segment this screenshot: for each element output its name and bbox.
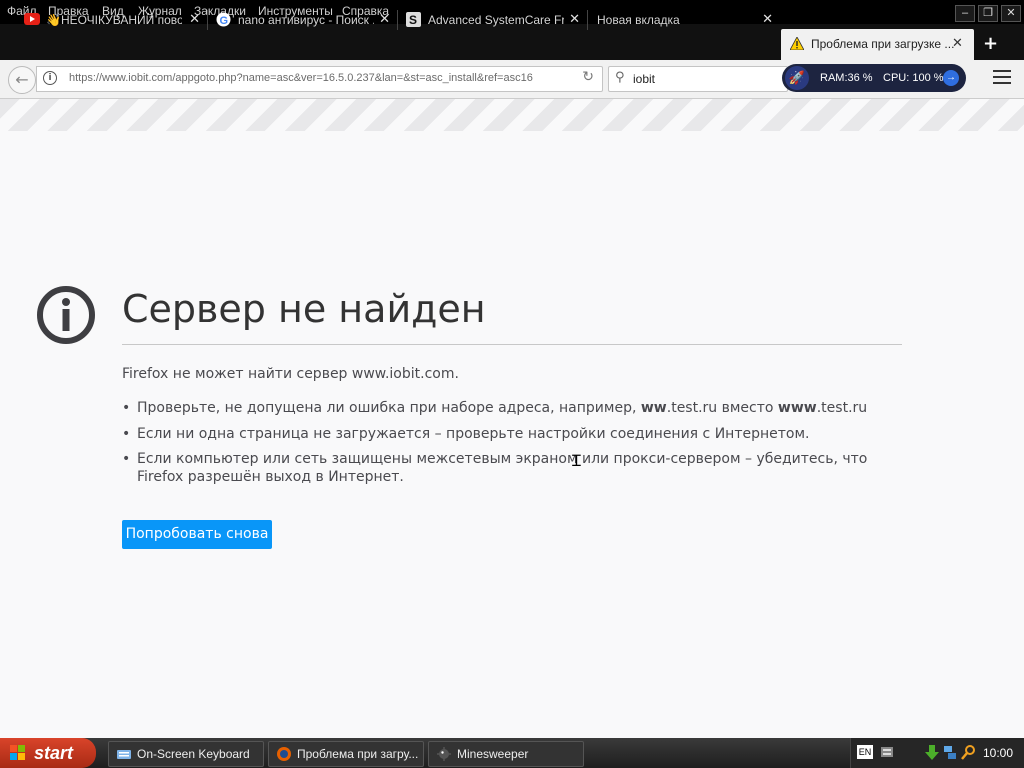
system-tray: EN 10:00 xyxy=(850,738,1024,768)
text-cursor-icon: Ɪ xyxy=(572,451,581,470)
network-icon[interactable] xyxy=(943,745,957,761)
rocket-icon[interactable]: 🚀 xyxy=(785,66,809,90)
start-button[interactable]: start xyxy=(0,738,96,768)
suggestion-bold: ww xyxy=(640,400,667,416)
start-label: start xyxy=(34,743,74,763)
tab-separator xyxy=(397,10,398,30)
google-icon: G xyxy=(216,12,231,27)
tab-youtube[interactable]: 👋НЕОЧІКУВАНИЙ повор... ✕ xyxy=(24,8,208,32)
new-tab-button[interactable]: + xyxy=(983,33,998,54)
back-arrow-icon: ← xyxy=(15,70,29,89)
tab-active-problem[interactable]: Проблема при загрузке ... ✕ xyxy=(781,29,974,60)
taskbar-item-label: Проблема при загру... xyxy=(297,747,419,761)
cpu-usage: CPU: 100 % xyxy=(883,72,944,84)
suggestion-item: • Если компьютер или сеть защищены межсе… xyxy=(122,450,902,486)
suggestion-text: Проверьте, не допущена ли ошибка при наб… xyxy=(137,400,641,416)
search-tray-icon[interactable] xyxy=(961,745,975,761)
close-tab-icon[interactable]: ✕ xyxy=(762,11,773,27)
suggestion-text: .test.ru вместо xyxy=(666,400,778,416)
suggestion-bold: www xyxy=(777,400,817,416)
ram-usage: RAM:36 % xyxy=(820,72,873,84)
suggestion-item: • Если ни одна страница не загружается –… xyxy=(122,425,902,443)
info-circle-icon xyxy=(37,286,95,344)
bullet-dot: • xyxy=(122,400,131,416)
search-input[interactable]: iobit xyxy=(633,72,655,86)
reload-icon[interactable]: ↻ xyxy=(582,69,594,85)
tab-separator xyxy=(207,10,208,30)
taskbar-item-firefox[interactable]: Проблема при загру... xyxy=(268,741,424,767)
suggestion-text: Если компьютер или сеть защищены межсете… xyxy=(137,451,868,485)
tab-title: Проблема при загрузке ... xyxy=(811,37,955,51)
menu-hamburger-icon[interactable] xyxy=(993,70,1011,84)
language-indicator[interactable]: EN xyxy=(857,745,873,759)
error-description: Firefox не может найти сервер www.iobit.… xyxy=(122,366,459,382)
download-arrow-icon[interactable] xyxy=(925,745,939,761)
tab-title: 👋НЕОЧІКУВАНИЙ повор... xyxy=(46,13,182,27)
url-text[interactable]: https://www.iobit.com/appgoto.php?name=a… xyxy=(69,72,533,84)
bullet-dot: • xyxy=(122,426,131,442)
taskbar-item-minesweeper[interactable]: Minesweeper xyxy=(428,741,584,767)
suggestion-text: .test.ru xyxy=(816,400,868,416)
svg-text:S: S xyxy=(409,13,417,27)
error-page-stripe xyxy=(0,99,1024,131)
search-bar[interactable]: ⚲ iobit xyxy=(608,66,788,92)
mine-icon xyxy=(437,747,451,761)
tab-google-search[interactable]: G nano антивирус - Поиск ... ✕ xyxy=(216,8,398,32)
search-icon: ⚲ xyxy=(615,70,625,85)
close-tab-icon[interactable]: ✕ xyxy=(569,11,580,27)
url-bar[interactable]: i https://www.iobit.com/appgoto.php?name… xyxy=(36,66,603,92)
iobit-s-icon: S xyxy=(406,12,421,27)
taskbar-item-label: Minesweeper xyxy=(457,747,529,761)
bullet-dot: • xyxy=(122,451,131,467)
divider xyxy=(122,344,902,345)
back-button[interactable]: ← xyxy=(8,66,36,94)
svg-text:G: G xyxy=(220,15,229,27)
system-monitor-widget[interactable]: 🚀 RAM:36 % CPU: 100 % → xyxy=(782,64,966,92)
warning-icon xyxy=(790,37,804,50)
close-tab-icon[interactable]: ✕ xyxy=(379,11,390,27)
arrow-right-icon[interactable]: → xyxy=(943,70,959,86)
tab-title: Новая вкладка xyxy=(597,13,680,27)
error-title: Сервер не найден xyxy=(122,287,486,331)
close-tab-icon[interactable]: ✕ xyxy=(952,36,963,51)
youtube-icon xyxy=(24,13,40,25)
taskbar-item-label: On-Screen Keyboard xyxy=(137,747,250,761)
suggestion-text: Если ни одна страница не загружается – п… xyxy=(137,426,810,442)
close-tab-icon[interactable]: ✕ xyxy=(189,11,200,27)
tab-title: nano антивирус - Поиск ... xyxy=(238,13,374,27)
taskbar: start On-Screen Keyboard Проблема при за… xyxy=(0,738,1024,768)
tab-new[interactable]: Новая вкладка ✕ xyxy=(597,8,773,32)
tab-separator xyxy=(587,10,588,30)
close-window-button[interactable]: ✕ xyxy=(1001,5,1021,22)
taskbar-item-onscreen-keyboard[interactable]: On-Screen Keyboard xyxy=(108,741,264,767)
keyboard-layout-icon[interactable] xyxy=(881,745,893,759)
windows-flag-icon xyxy=(10,745,25,760)
tab-title: Advanced SystemCare Fr... xyxy=(428,13,564,27)
tab-advanced-systemcare[interactable]: S Advanced SystemCare Fr... ✕ xyxy=(406,8,588,32)
clock: 10:00 xyxy=(983,746,1014,760)
suggestion-item: • Проверьте, не допущена ли ошибка при н… xyxy=(122,399,902,417)
keyboard-icon xyxy=(117,750,131,759)
firefox-icon xyxy=(277,747,291,761)
maximize-button[interactable]: ❐ xyxy=(978,5,998,22)
info-icon[interactable]: i xyxy=(43,71,57,85)
try-again-button[interactable]: Попробовать снова xyxy=(122,520,272,549)
minimize-button[interactable]: – xyxy=(955,5,975,22)
